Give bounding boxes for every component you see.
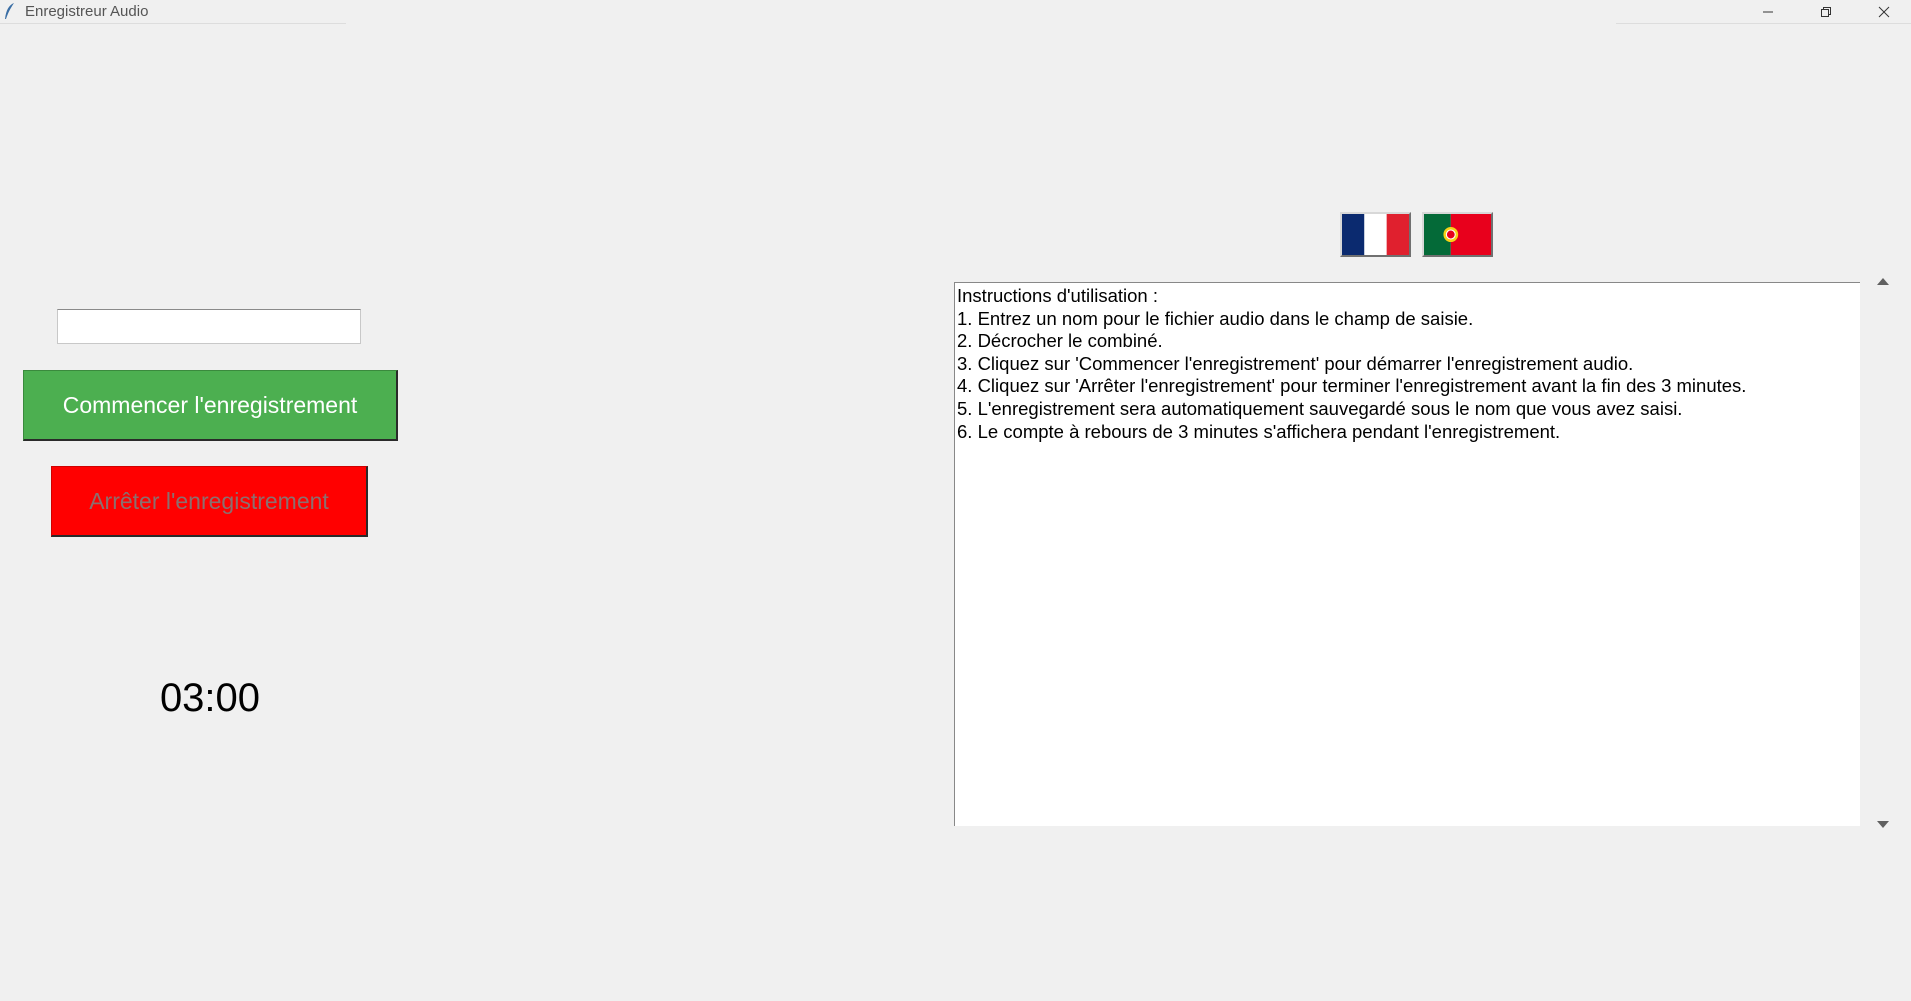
instructions-textbox[interactable]: Instructions d'utilisation :1. Entrez un… xyxy=(954,282,1860,826)
feather-icon xyxy=(4,2,16,20)
filename-input[interactable] xyxy=(57,309,361,344)
instruction-line-1: 1. Entrez un nom pour le fichier audio d… xyxy=(957,307,1474,329)
title-bar: Enregistreur Audio xyxy=(0,0,1911,24)
minimize-icon xyxy=(1763,11,1773,13)
stop-recording-button[interactable]: Arrêter l'enregistrement xyxy=(51,466,368,537)
instruction-line-3: 3. Cliquez sur 'Commencer l'enregistreme… xyxy=(957,352,1634,374)
instruction-line-2: 2. Décrocher le combiné. xyxy=(957,330,1163,352)
scroll-down-arrow-icon[interactable] xyxy=(1877,821,1889,828)
start-recording-button[interactable]: Commencer l'enregistrement xyxy=(23,370,398,441)
title-divider xyxy=(0,23,346,24)
close-button[interactable] xyxy=(1855,0,1911,24)
scroll-up-arrow-icon[interactable] xyxy=(1877,278,1889,285)
instruction-line-4: 4. Cliquez sur 'Arrêter l'enregistrement… xyxy=(957,375,1747,397)
portugal-flag-icon xyxy=(1424,214,1491,255)
restore-button[interactable] xyxy=(1797,0,1855,24)
france-flag-icon xyxy=(1342,214,1409,255)
window-title: Enregistreur Audio xyxy=(25,3,149,20)
language-button-french[interactable] xyxy=(1340,212,1411,257)
instructions-scrollbar[interactable] xyxy=(1870,272,1896,838)
close-icon xyxy=(1878,6,1890,18)
minimize-button[interactable] xyxy=(1739,0,1797,24)
instructions-title: Instructions d'utilisation : xyxy=(957,285,1158,306)
countdown-timer: 03:00 xyxy=(159,676,261,720)
instruction-line-5: 5. L'enregistrement sera automatiquement… xyxy=(957,397,1683,419)
language-button-portuguese[interactable] xyxy=(1422,212,1493,257)
restore-icon xyxy=(1821,7,1831,17)
instruction-line-6: 6. Le compte à rebours de 3 minutes s'af… xyxy=(957,420,1561,442)
